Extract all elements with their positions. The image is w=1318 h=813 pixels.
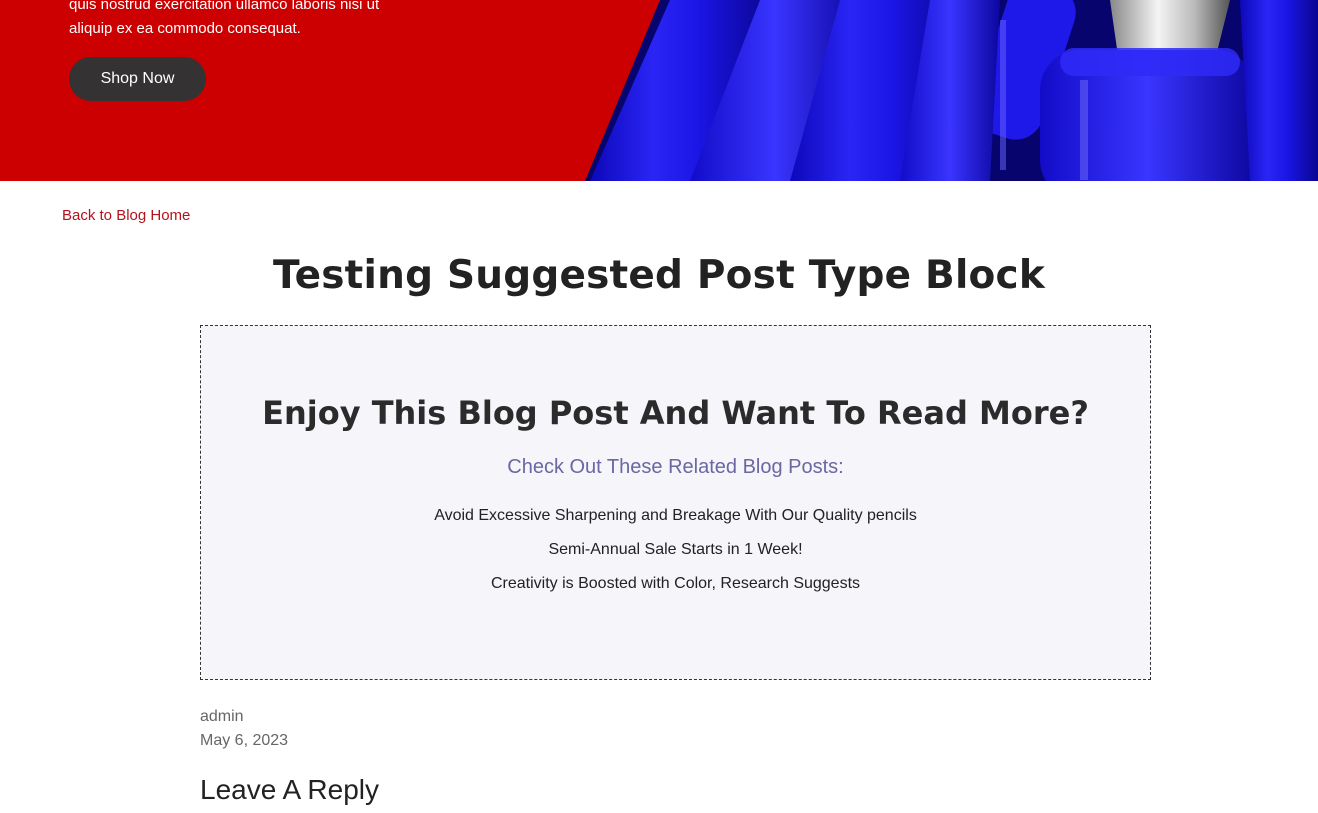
post-meta: admin May 6, 2023	[200, 705, 288, 753]
post-date: May 6, 2023	[200, 732, 289, 749]
related-post-link[interactable]: Semi-Annual Sale Starts in 1 Week!	[548, 541, 802, 558]
list-item: Creativity is Boosted with Color, Resear…	[201, 574, 1150, 608]
suggested-heading: Enjoy This Blog Post And Want To Read Mo…	[262, 394, 1089, 432]
hero-banner: quis nostrud exercitation ullamco labori…	[0, 0, 1318, 181]
suggested-posts-block: Enjoy This Blog Post And Want To Read Mo…	[200, 325, 1151, 680]
related-post-link[interactable]: Avoid Excessive Sharpening and Breakage …	[434, 507, 917, 524]
post-author: admin	[200, 708, 244, 725]
list-item: Semi-Annual Sale Starts in 1 Week!	[201, 540, 1150, 574]
hero-text-line: quis nostrud exercitation ullamco labori…	[69, 0, 380, 13]
back-to-blog-link[interactable]: Back to Blog Home	[62, 207, 190, 224]
suggested-links-list: Avoid Excessive Sharpening and Breakage …	[201, 506, 1150, 608]
suggested-subheading: Check Out These Related Blog Posts:	[507, 456, 844, 478]
leave-reply-heading: Leave A Reply	[200, 774, 380, 805]
shop-now-button[interactable]: Shop Now	[69, 57, 206, 101]
related-post-link[interactable]: Creativity is Boosted with Color, Resear…	[491, 575, 860, 592]
list-item: Avoid Excessive Sharpening and Breakage …	[201, 506, 1150, 540]
hero-description: quis nostrud exercitation ullamco labori…	[69, 0, 489, 41]
post-title: Testing Suggested Post Type Block	[273, 253, 1045, 298]
hero-text-line: aliquip ex ea commodo consequat.	[69, 20, 301, 37]
